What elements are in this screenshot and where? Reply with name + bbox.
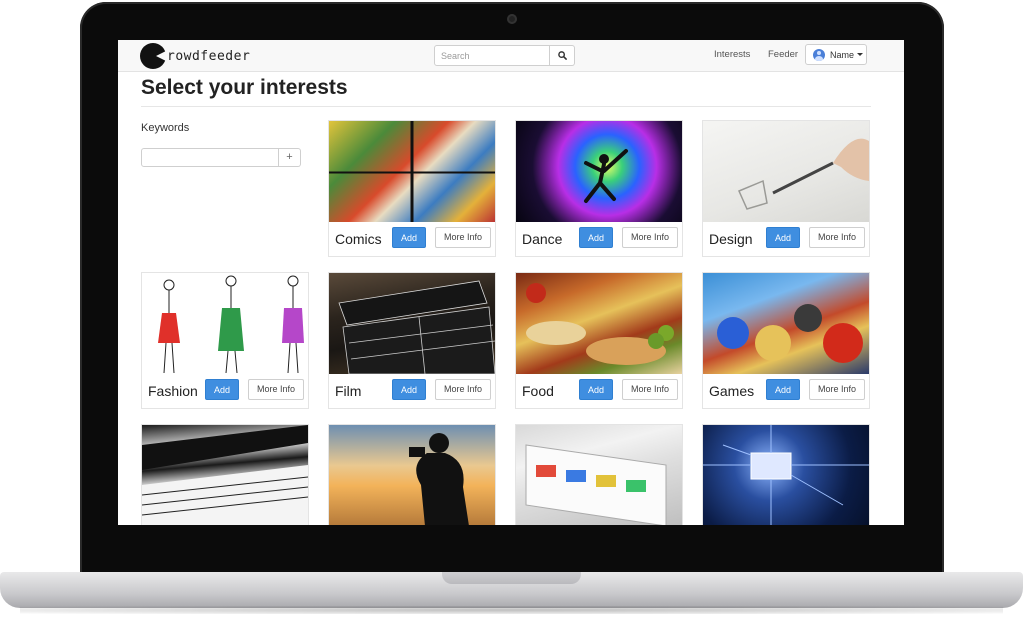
keywords-label: Keywords	[141, 122, 190, 134]
caret-down-icon	[857, 53, 864, 56]
interest-card-film: Film Add More Info	[328, 272, 496, 409]
search-button[interactable]	[550, 45, 575, 66]
logo-text: rowdfeeder	[167, 48, 251, 64]
interest-name: Games	[709, 383, 755, 399]
interest-card-comics: Comics Add More Info	[328, 120, 496, 257]
dancer-icon	[584, 149, 628, 203]
nav-link-interests[interactable]: Interests	[714, 49, 750, 60]
navbar: rowdfeeder Interests Feeder Name	[118, 40, 904, 72]
search-icon	[557, 51, 567, 60]
keywords-add-button[interactable]: +	[279, 148, 301, 167]
clapperboard-icon	[338, 280, 495, 374]
interest-name: Design	[709, 231, 753, 247]
more-info-button[interactable]: More Info	[622, 227, 678, 248]
keywords-group: +	[141, 148, 301, 167]
page-title: Select your interests	[141, 76, 348, 99]
photographer-silhouette-icon	[409, 433, 469, 525]
interest-name: Comics	[335, 231, 382, 247]
technology-image	[703, 425, 869, 525]
music-image	[142, 425, 308, 525]
film-image	[329, 273, 495, 374]
design-image	[703, 121, 869, 222]
interest-name: Fashion	[148, 383, 198, 399]
photography-image	[329, 425, 495, 525]
user-name-label: Name	[830, 49, 855, 60]
comics-image	[329, 121, 495, 222]
fashion-image	[142, 273, 308, 374]
interest-card-printing	[515, 424, 683, 525]
keywords-input[interactable]	[141, 148, 279, 167]
more-info-button[interactable]: More Info	[435, 227, 491, 248]
logo[interactable]: rowdfeeder	[140, 43, 250, 69]
game-characters-icon	[717, 304, 863, 363]
more-info-button[interactable]: More Info	[248, 379, 304, 400]
search-input[interactable]	[434, 45, 550, 66]
divider	[141, 106, 871, 107]
piano-keys-icon	[142, 425, 308, 525]
laptop-notch	[442, 572, 581, 584]
add-button[interactable]: Add	[766, 379, 800, 400]
more-info-button[interactable]: More Info	[809, 379, 865, 400]
printing-press-icon	[525, 444, 667, 525]
add-button[interactable]: Add	[392, 227, 426, 248]
logo-mark-icon	[140, 43, 168, 69]
add-button[interactable]: Add	[392, 379, 426, 400]
laptop-shadow	[20, 606, 1003, 614]
add-button[interactable]: Add	[579, 379, 613, 400]
interest-card-technology	[702, 424, 870, 525]
interest-card-fashion: Fashion Add More Info	[141, 272, 309, 409]
games-image	[703, 273, 869, 374]
food-spread-icon	[526, 283, 674, 365]
camera-icon	[507, 14, 517, 24]
interest-name: Film	[335, 383, 362, 399]
interest-name: Dance	[522, 231, 563, 247]
more-info-button[interactable]: More Info	[809, 227, 865, 248]
food-image	[516, 273, 682, 374]
browser-screen: rowdfeeder Interests Feeder Name Select …	[118, 40, 904, 525]
printing-image	[516, 425, 682, 525]
interest-name: Food	[522, 383, 554, 399]
add-button[interactable]: Add	[205, 379, 239, 400]
pencil-hand-icon	[738, 138, 869, 210]
more-info-button[interactable]: More Info	[622, 379, 678, 400]
interest-card-dance: Dance Add More Info	[515, 120, 683, 257]
add-button[interactable]: Add	[766, 227, 800, 248]
user-menu-button[interactable]: Name	[805, 44, 867, 65]
interest-card-photography	[328, 424, 496, 525]
dance-image	[516, 121, 682, 222]
interest-card-food: Food Add More Info	[515, 272, 683, 409]
avatar-icon	[813, 48, 825, 61]
fashion-sketch-icon	[158, 275, 304, 374]
interest-card-music	[141, 424, 309, 525]
more-info-button[interactable]: More Info	[435, 379, 491, 400]
search-group	[434, 45, 575, 66]
circuit-board-icon	[703, 425, 869, 525]
add-button[interactable]: Add	[579, 227, 613, 248]
interest-card-games: Games Add More Info	[702, 272, 870, 409]
interest-card-design: Design Add More Info	[702, 120, 870, 257]
nav-link-feeder[interactable]: Feeder	[768, 49, 798, 60]
